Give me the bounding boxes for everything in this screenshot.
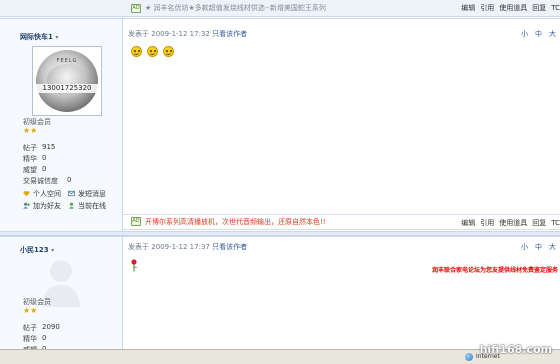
post-time: 2009-1-12 17:32 (151, 30, 210, 38)
star-rating-icon: ★★ (23, 306, 38, 315)
top-button[interactable]: TC (551, 4, 560, 12)
ad-tag-icon: AD (131, 217, 141, 226)
post-meta: 发表于 2009-1-12 17:32 只看该作者 (128, 30, 248, 38)
globe-icon (465, 353, 473, 361)
quote-button[interactable]: 引用 (480, 4, 494, 12)
only-author-link[interactable]: 只看该作者 (212, 30, 247, 38)
user-sidebar: 小民123 ▾ 初级会员 ★★ 帖子2090 精华0 威望0 (0, 237, 123, 364)
avatar-phone-number: 13001725320 (35, 84, 99, 93)
use-tool-button[interactable]: 使用道具 (499, 4, 527, 12)
heart-icon (23, 191, 30, 197)
font-medium-button[interactable]: 中 (535, 30, 542, 38)
username[interactable]: 网际快车1 ▾ (20, 32, 58, 42)
stat-posts: 帖子 915 (23, 143, 56, 152)
coin-image: FEELG 13001725320 (35, 50, 99, 112)
site-watermark: hifi168.com (479, 343, 552, 356)
top-button[interactable]: TC (551, 219, 560, 227)
stat-prestige: 威望0 (23, 165, 47, 174)
post-meta: 发表于 2009-1-12 17:37 只看该作者 (128, 243, 248, 251)
forum-post: 网际快车1 ▾ FEELG 13001725320 初级会员 ★★ 帖子 915 … (0, 18, 560, 231)
stat-digest: 精华 0 (23, 154, 47, 163)
font-size-switcher: 小中大 (514, 242, 556, 252)
chevron-down-icon[interactable]: ▾ (55, 34, 58, 41)
font-size-switcher: 小中大 (514, 29, 556, 39)
rose-icon (131, 259, 137, 272)
send-message-link[interactable]: 发短消息 (68, 189, 106, 199)
stat-digest: 精华 0 (23, 334, 47, 343)
only-author-link[interactable]: 只看该作者 (212, 243, 247, 251)
add-friend-link[interactable]: 加为好友 (23, 201, 61, 211)
post-actions-bottom: 编辑 引用 使用道具 回复 TC (456, 218, 560, 228)
smiley-icon (163, 46, 174, 57)
avatar-brand: FEELG (56, 58, 78, 64)
forum-post: 小民123 ▾ 初级会员 ★★ 帖子2090 精华0 威望0 发表于 2009-… (0, 236, 560, 364)
ad-tag-icon: AD (131, 4, 141, 13)
username[interactable]: 小民123 ▾ (20, 245, 54, 255)
font-large-button[interactable]: 大 (549, 243, 556, 251)
stat-trade-credit: 交易诚信度 0 (23, 176, 72, 185)
personal-space-link[interactable]: 个人空间 (23, 189, 61, 199)
signature-note: 润丰联合家电论坛为您友提供线材免费鉴定服务 (431, 267, 558, 274)
edit-button[interactable]: 编辑 (461, 219, 475, 227)
stat-posts: 帖子 2090 (23, 323, 60, 332)
top-ad-bar: AD ★ 润丰名优坊★多款超值发烧线材供选--新增美国蛇王系列 编辑 引用 使用道具… (0, 0, 560, 17)
avatar[interactable]: FEELG 13001725320 (32, 46, 102, 116)
post-time: 2009-1-12 17:37 (151, 243, 210, 251)
font-medium-button[interactable]: 中 (535, 243, 542, 251)
reply-button[interactable]: 回复 (532, 219, 546, 227)
online-icon (68, 202, 75, 209)
top-ad-link[interactable]: ★ 润丰名优坊★多款超值发烧线材供选--新增美国蛇王系列 (145, 3, 326, 13)
online-status-link[interactable]: 当前在线 (68, 201, 106, 211)
star-rating-icon: ★★ (23, 126, 38, 135)
use-tool-button[interactable]: 使用道具 (499, 219, 527, 227)
chevron-down-icon[interactable]: ▾ (51, 247, 54, 254)
divider (123, 229, 560, 230)
quote-button[interactable]: 引用 (480, 219, 494, 227)
envelope-icon (68, 190, 75, 197)
edit-button[interactable]: 编辑 (461, 4, 475, 12)
font-small-button[interactable]: 小 (521, 30, 528, 38)
smiley-icon (131, 46, 142, 57)
reply-button[interactable]: 回复 (532, 4, 546, 12)
post-actions-top: 编辑 引用 使用道具 回复 TC (456, 3, 560, 13)
smiley-icon (147, 46, 158, 57)
user-add-icon (23, 202, 30, 209)
browser-status-bar: Internet (0, 349, 560, 364)
user-sidebar: 网际快车1 ▾ FEELG 13001725320 初级会员 ★★ 帖子 915 … (0, 19, 123, 231)
inner-ad-link[interactable]: 开博尔系列高清播放机，次世代音频输出，还原自然本色!! (145, 217, 326, 227)
font-large-button[interactable]: 大 (549, 30, 556, 38)
font-small-button[interactable]: 小 (521, 243, 528, 251)
